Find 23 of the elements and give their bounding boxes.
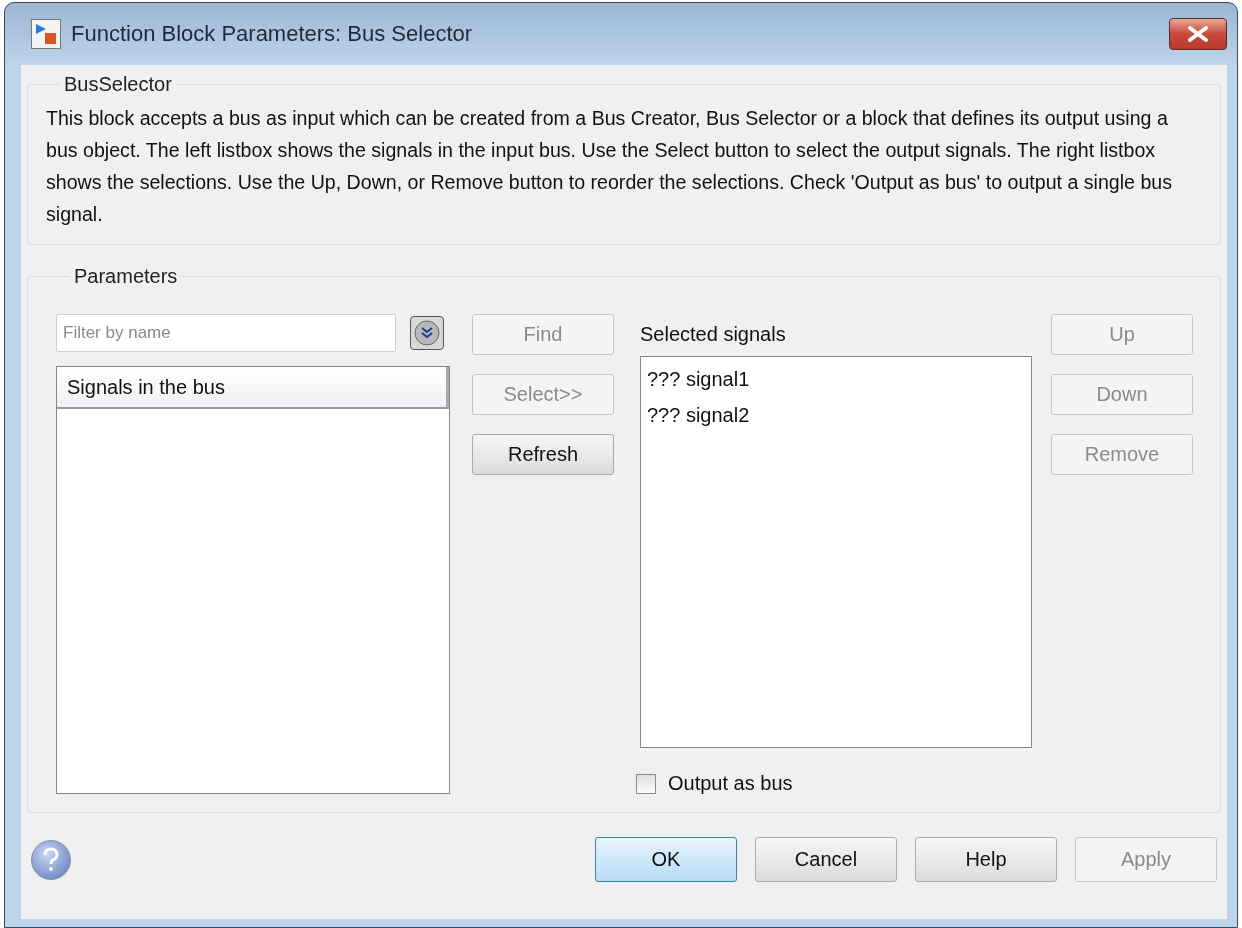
dialog-button[interactable]: OK (595, 837, 737, 882)
list-item[interactable]: ??? signal1 (647, 361, 1025, 397)
column-header[interactable]: Signals in the bus (57, 367, 449, 409)
dialog-button[interactable]: Cancel (755, 837, 897, 882)
checkbox-label: Output as bus (668, 772, 793, 795)
signals-listbox[interactable]: Signals in the bus (56, 366, 450, 794)
list-label: Selected signals (640, 321, 787, 347)
double-chevron-icon (414, 320, 440, 346)
action-button[interactable]: Refresh (472, 434, 614, 475)
selected-listbox[interactable]: ??? signal1 ??? signal2 (640, 356, 1032, 748)
description-text: This block accepts a bus as input which can be created from a Bus Creator, Bus Selector or a block that defines its output using a bus object. The left listbox shows the signals in the input bus. Use the Select button to select the output signals. The right listbox shows the selections. Use the Up, Down, or Remove button to reorder the selections. Check 'Output as bus' to output a single bus signal. (46, 106, 1174, 227)
window-title: Function Block Parameters: Bus Selector (71, 21, 473, 47)
close-icon (1185, 25, 1211, 43)
group-label: Parameters (73, 265, 179, 288)
list-item[interactable]: ??? signal2 (647, 397, 1025, 433)
filter-field[interactable]: Filter by name (56, 314, 396, 352)
expand-button[interactable] (410, 316, 444, 350)
checkbox[interactable] (636, 773, 656, 794)
group-label: BusSelector (63, 73, 173, 96)
help-icon[interactable] (31, 839, 71, 880)
block-icon (31, 19, 61, 49)
dialog-button[interactable]: Help (915, 837, 1057, 882)
close-button[interactable] (1169, 18, 1227, 50)
